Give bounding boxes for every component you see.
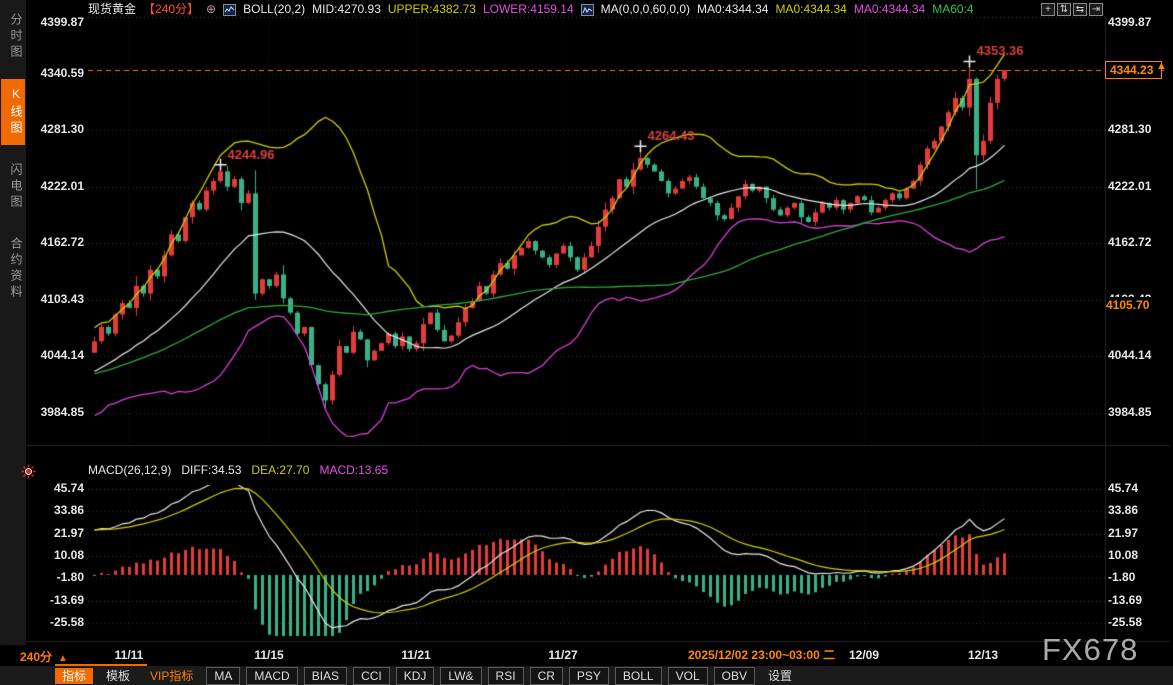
macd-axis-label-right: -1.80	[1108, 570, 1135, 584]
macd-axis-label-right: 45.74	[1108, 481, 1138, 495]
indicator-button-MACD[interactable]: MACD	[246, 667, 297, 685]
x-axis: 240分▲ 11/11 11/15 11/21 11/27 12/09 12/13 2025…	[0, 645, 1173, 666]
hover-time-tooltip: 2025/12/02 23:00~03:00 二	[684, 646, 839, 664]
x-axis-tick-11-27: 11/27	[548, 648, 577, 662]
indicator-button-LW&[interactable]: LW&	[440, 667, 481, 685]
indicator-button-VIP指标[interactable]: VIP指标	[143, 668, 200, 684]
period-selector[interactable]: 240分▲	[20, 648, 68, 665]
price-axis-label-right: 4281.30	[1108, 122, 1151, 136]
candlestick-chart[interactable]	[0, 0, 1173, 685]
macd-axis-label-right: 21.97	[1108, 526, 1138, 540]
macd-diff-value: DIFF:34.53	[181, 463, 241, 477]
boll-mid-value: MID:4270.93	[312, 2, 381, 16]
indicator-button-BIAS[interactable]: BIAS	[304, 667, 347, 685]
price-axis-label-right: 4222.01	[1108, 179, 1151, 193]
sidebar-item-lightning-chart[interactable]: 闪电图	[1, 155, 25, 219]
price-axis-label-left: 4162.72	[28, 235, 84, 249]
indicator-toolbar: 指标模板 VIP指标 MA MACD BIAS CCI KDJ LW&RSI CR PSY BOLL…	[0, 666, 1173, 685]
overlay-add-icon[interactable]: ⊕	[206, 2, 216, 16]
indicator-button-BOLL[interactable]: BOLL	[615, 667, 662, 685]
x-axis-scale-icon[interactable]: ⇆	[1073, 3, 1087, 16]
price-axis-label-left: 3984.85	[28, 405, 84, 419]
indicator-button-RSI[interactable]: RSI	[488, 667, 524, 685]
ma-label: MA(0,0,0,60,0,0)	[601, 2, 690, 16]
ma0-value-white: MA0:4344.34	[697, 2, 768, 16]
trading-app-window: { "header": { "symbol": "现货黄金", "period"…	[0, 0, 1173, 685]
price-axis-label-left: 4044.14	[28, 348, 84, 362]
macd-axis-label-right: -13.69	[1108, 593, 1142, 607]
price-up-arrow-icon[interactable]: ▲	[1156, 60, 1167, 72]
ma60-value: MA60:4	[932, 2, 973, 16]
macd-axis-label-right: -25.58	[1108, 615, 1142, 629]
indicator-button-CCI[interactable]: CCI	[353, 667, 390, 685]
x-axis-tick-12-09: 12/09	[849, 648, 879, 662]
sidebar-item-kline-chart[interactable]: K线图	[1, 79, 25, 145]
reference-price-badge: 4105.70	[1106, 297, 1158, 313]
indicator-button-指标[interactable]: 指标	[55, 668, 93, 684]
x-axis-tick-11-15: 11/15	[254, 648, 283, 662]
price-axis-label-right: 4162.72	[1108, 235, 1151, 249]
x-axis-tick-11-11: 11/11	[115, 648, 144, 662]
macd-axis-label-left: -1.80	[28, 570, 84, 584]
indicator-button-设置[interactable]: 设置	[761, 668, 799, 684]
indicator-button-KDJ[interactable]: KDJ	[396, 667, 435, 685]
ma0-value-magenta: MA0:4344.34	[854, 2, 925, 16]
macd-axis-label-left: 10.08	[28, 548, 84, 562]
x-axis-tick-11-21: 11/21	[401, 648, 430, 662]
indicator-button-VOL[interactable]: VOL	[668, 667, 708, 685]
macd-macd-value: MACD:13.65	[319, 463, 388, 477]
macd-axis-label-left: -25.58	[28, 615, 84, 629]
y-axis-scale-icon[interactable]: ⇅	[1057, 3, 1071, 16]
price-axis-label-right: 4044.14	[1108, 348, 1151, 362]
exit-chart-icon[interactable]: ⇥	[1089, 3, 1103, 16]
boll-lower-value: LOWER:4159.14	[483, 2, 574, 16]
price-axis-label-left: 4103.43	[28, 292, 84, 306]
macd-axis-label-right: 10.08	[1108, 548, 1138, 562]
indicator-button-MA[interactable]: MA	[206, 667, 240, 685]
chart-type-sidebar: 分时图 K线图 闪电图 合约资料	[0, 0, 26, 645]
chart-tool-icons: +⇅⇆⇥	[1041, 3, 1105, 16]
price-axis-label-left: 4399.87	[28, 15, 84, 29]
sidebar-item-contract-info[interactable]: 合约资料	[1, 229, 25, 309]
ma-chart-icon[interactable]	[581, 4, 594, 16]
macd-axis-label-left: 33.86	[28, 503, 84, 517]
ma0-value-yellow: MA0:4344.34	[775, 2, 846, 16]
macd-dea-value: DEA:27.70	[251, 463, 309, 477]
macd-header: MACD(26,12,9) DIFF:34.53 DEA:27.70 MACD:…	[88, 462, 398, 478]
indicator-button-CR[interactable]: CR	[530, 667, 563, 685]
price-axis-label-right: 4399.87	[1108, 15, 1151, 29]
price-axis-label-left: 4340.59	[28, 66, 84, 80]
boll-label: BOLL(20,2)	[243, 2, 305, 16]
indicator-button-模板[interactable]: 模板	[99, 668, 137, 684]
macd-axis-label-left: 21.97	[28, 526, 84, 540]
period-badge[interactable]: 【240分】	[143, 0, 199, 17]
price-axis-label-right: 3984.85	[1108, 405, 1151, 419]
macd-axis-label-right: 33.86	[1108, 503, 1138, 517]
fx678-watermark: FX678	[1042, 632, 1138, 668]
price-axis-label-left: 4281.30	[28, 122, 84, 136]
period-arrow-icon: ▲	[58, 653, 68, 664]
symbol-name: 现货黄金	[88, 0, 136, 17]
macd-axis-label-left: -13.69	[28, 593, 84, 607]
sidebar-item-time-chart[interactable]: 分时图	[1, 5, 25, 69]
indicator-button-PSY[interactable]: PSY	[569, 667, 609, 685]
crosshair-icon[interactable]: +	[1041, 3, 1055, 16]
current-price-badge: 4344.23	[1105, 61, 1162, 79]
x-axis-tick-12-13: 12/13	[968, 648, 998, 662]
boll-chart-icon[interactable]	[223, 4, 236, 16]
boll-upper-value: UPPER:4382.73	[388, 2, 476, 16]
indicator-alert-icon[interactable]	[21, 464, 36, 484]
macd-axis-label-left: 45.74	[28, 481, 84, 495]
indicator-header: 现货黄金 【240分】 ⊕ BOLL(20,2) MID:4270.93 UPP…	[88, 0, 981, 17]
macd-title: MACD(26,12,9)	[88, 463, 171, 477]
price-axis-label-left: 4222.01	[28, 179, 84, 193]
indicator-button-OBV[interactable]: OBV	[714, 667, 755, 685]
